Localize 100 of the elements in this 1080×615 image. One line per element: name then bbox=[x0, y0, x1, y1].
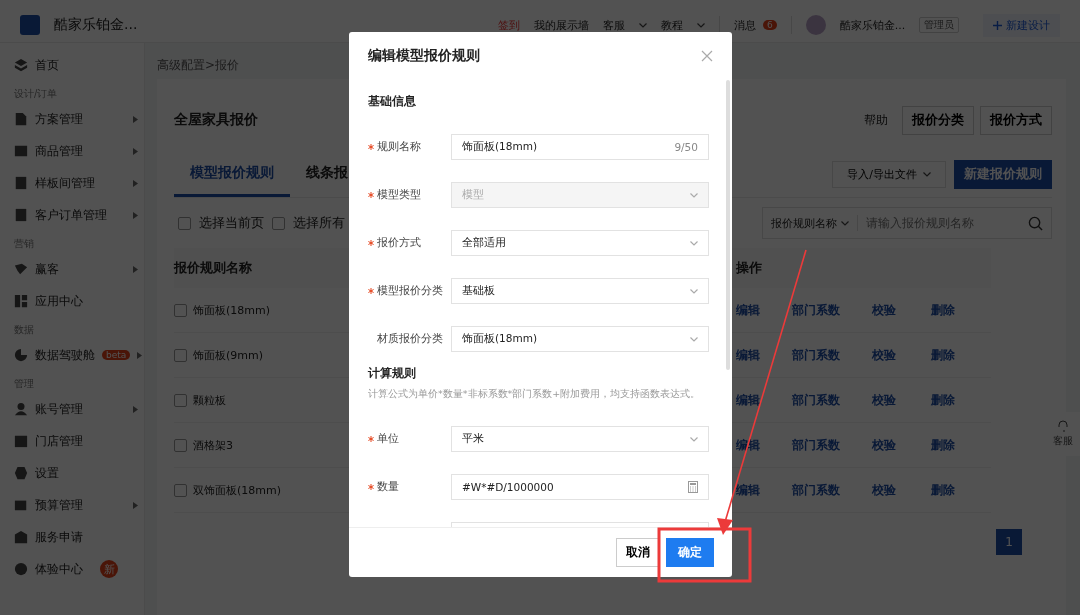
field-label: 规则名称 bbox=[377, 140, 421, 154]
action-link[interactable]: 部门系数 bbox=[792, 391, 840, 409]
confirm-button[interactable]: 确定 bbox=[666, 538, 714, 567]
dropdown-caret-icon bbox=[690, 240, 698, 246]
field-label: 材质报价分类 bbox=[377, 332, 443, 346]
input-field[interactable]: #W*#D/1000000 bbox=[451, 474, 709, 500]
nav-link[interactable]: 客服 bbox=[603, 17, 625, 33]
select-field[interactable]: 全部适用 bbox=[451, 230, 709, 256]
sidebar-item[interactable]: 方案管理 bbox=[14, 103, 144, 135]
checkbox[interactable] bbox=[174, 393, 187, 407]
action-link[interactable]: 部门系数 bbox=[792, 481, 840, 499]
scrollbar[interactable] bbox=[726, 80, 730, 370]
sidebar-item[interactable]: 赢客 bbox=[14, 253, 144, 285]
grid-icon bbox=[14, 294, 28, 308]
action-link[interactable]: 部门系数 bbox=[792, 301, 840, 319]
section-heading: 基础信息 bbox=[368, 94, 417, 110]
action-link[interactable]: 删除 bbox=[931, 301, 955, 319]
action-link[interactable]: 校验 bbox=[872, 391, 896, 409]
tab[interactable]: 线条报 bbox=[290, 151, 364, 197]
field-label: 报价方式 bbox=[377, 236, 421, 250]
stack-icon bbox=[14, 58, 28, 72]
formula-note: 计算公式为单价*数量*非标系数*部门系数+附加费用，均支持函数表达式。 bbox=[368, 388, 702, 400]
table-cell: 酒格架3 bbox=[193, 437, 233, 453]
nav-link[interactable]: 我的展示墙 bbox=[534, 17, 589, 33]
action-link[interactable]: 编辑 bbox=[736, 481, 760, 499]
close-icon[interactable] bbox=[701, 50, 713, 62]
tab[interactable]: 模型报价规则 bbox=[174, 151, 290, 197]
checkbox[interactable] bbox=[272, 216, 285, 230]
checkbox-label: 选择当前页 bbox=[199, 214, 264, 232]
field-label: 单位 bbox=[377, 432, 399, 446]
sidebar-item[interactable]: 账号管理 bbox=[14, 393, 144, 425]
dialog-title: 编辑模型报价规则 bbox=[368, 47, 480, 65]
sidebar-item[interactable]: 商品管理 bbox=[14, 135, 144, 167]
calculator-icon[interactable] bbox=[688, 481, 698, 493]
new-design-button[interactable]: 新建设计 bbox=[983, 13, 1060, 37]
category-button[interactable]: 报价方式 bbox=[980, 105, 1052, 135]
sidebar-item[interactable]: 首页 bbox=[14, 49, 144, 81]
action-link[interactable]: 校验 bbox=[872, 346, 896, 364]
page-button[interactable]: 1 bbox=[996, 529, 1022, 555]
checkbox[interactable] bbox=[174, 348, 187, 362]
section-heading: 计算规则 bbox=[368, 366, 417, 382]
checkbox-label: 选择所有 bbox=[293, 214, 345, 232]
action-link[interactable]: 删除 bbox=[931, 481, 955, 499]
sidebar-item[interactable]: 样板间管理 bbox=[14, 167, 144, 199]
column-header: 报价规则名称 bbox=[174, 259, 252, 277]
action-link[interactable]: 校验 bbox=[872, 481, 896, 499]
sidebar-item[interactable]: 门店管理 bbox=[14, 425, 144, 457]
search-icon[interactable] bbox=[1028, 215, 1043, 231]
action-link[interactable]: 删除 bbox=[931, 391, 955, 409]
nav-link[interactable]: 教程 bbox=[661, 17, 683, 33]
dropdown-caret-icon bbox=[690, 336, 698, 342]
sidebar-item[interactable]: 客户订单管理 bbox=[14, 199, 144, 231]
sidebar-item[interactable]: 应用中心 bbox=[14, 285, 144, 317]
action-link[interactable]: 编辑 bbox=[736, 391, 760, 409]
nav-link[interactable]: 签到 bbox=[498, 17, 520, 33]
import-export-dropdown[interactable]: 导入/导出文件 bbox=[832, 160, 946, 188]
select-field[interactable]: 平米 bbox=[451, 426, 709, 452]
table-cell: 饰面板(9mm) bbox=[193, 347, 263, 363]
select-field[interactable]: 饰面板(18mm) bbox=[451, 326, 709, 352]
filter-dropdown[interactable]: 报价规则名称 bbox=[771, 215, 849, 231]
checkbox[interactable] bbox=[174, 438, 187, 452]
action-link[interactable]: 部门系数 bbox=[792, 436, 840, 454]
checkbox[interactable] bbox=[174, 303, 187, 317]
char-counter: 9/50 bbox=[674, 141, 698, 153]
avatar-icon[interactable] bbox=[805, 15, 826, 35]
cancel-button[interactable]: 取消 bbox=[616, 538, 660, 567]
new-rule-button[interactable]: 新建报价规则 bbox=[954, 159, 1052, 189]
sidebar-item[interactable]: 服务申请 bbox=[14, 521, 144, 553]
chevron-down-icon bbox=[923, 171, 931, 177]
input-field[interactable]: 饰面板(18mm) 9/50 bbox=[451, 134, 709, 160]
field-label: 模型类型 bbox=[377, 188, 421, 202]
messages-link[interactable]: 消息 6 bbox=[734, 17, 777, 33]
checkbox[interactable] bbox=[174, 483, 187, 497]
action-link[interactable]: 部门系数 bbox=[792, 346, 840, 364]
sidebar-item[interactable]: 数据驾驶舱 beta bbox=[14, 339, 144, 371]
action-link[interactable]: 编辑 bbox=[736, 346, 760, 364]
brand-name: 酷家乐铂金... bbox=[54, 16, 139, 34]
dropdown-caret-icon bbox=[690, 288, 698, 294]
headset-icon bbox=[1057, 420, 1069, 432]
action-link[interactable]: 删除 bbox=[931, 436, 955, 454]
help-link[interactable]: 帮助 bbox=[864, 111, 888, 129]
sidebar-item[interactable]: 体验中心 新 bbox=[14, 553, 144, 585]
table-cell: 饰面板(18mm) bbox=[193, 302, 270, 318]
action-link[interactable]: 编辑 bbox=[736, 301, 760, 319]
circle-icon bbox=[14, 562, 28, 576]
chevron-down-icon bbox=[841, 220, 849, 226]
sidebar-item[interactable]: 设置 bbox=[14, 457, 144, 489]
category-button[interactable]: 报价分类 bbox=[902, 105, 974, 135]
document-icon bbox=[14, 112, 28, 126]
action-link[interactable]: 校验 bbox=[872, 436, 896, 454]
dropdown-caret-icon bbox=[690, 436, 698, 442]
user-icon bbox=[14, 402, 28, 416]
action-link[interactable]: 删除 bbox=[931, 346, 955, 364]
user-name[interactable]: 酷家乐铂金... bbox=[839, 17, 906, 33]
field-label: 数量 bbox=[377, 480, 399, 494]
action-link[interactable]: 校验 bbox=[872, 301, 896, 319]
checkbox[interactable] bbox=[178, 216, 191, 230]
new-badge: 新 bbox=[100, 560, 118, 578]
sidebar-item[interactable]: 预算管理 bbox=[14, 489, 144, 521]
select-field[interactable]: 基础板 bbox=[451, 278, 709, 304]
